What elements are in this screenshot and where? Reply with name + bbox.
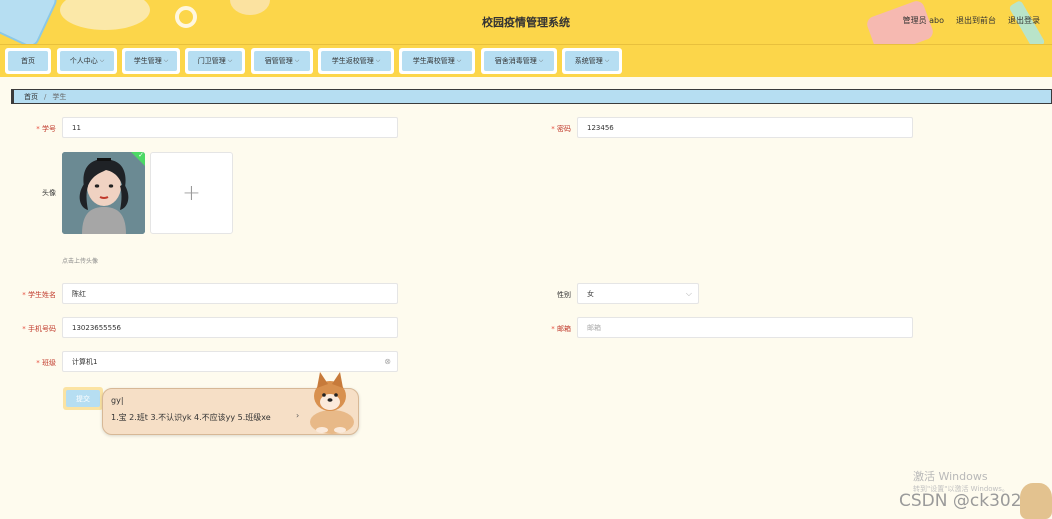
class-value: 计算机1 [72, 357, 98, 366]
nav-item-guards[interactable]: 门卫管理 ⌵ [185, 48, 245, 74]
nav-item-students[interactable]: 学生管理 ⌵ [122, 48, 180, 74]
chevron-down-icon: ⌵ [99, 57, 105, 64]
submit-label: 提交 [76, 394, 90, 403]
email-label: 邮箱 [521, 324, 571, 334]
avatar-illustration [62, 152, 145, 234]
class-label: 班级 [6, 358, 56, 368]
clear-icon[interactable]: ⊗ [384, 357, 391, 366]
student-id-label: 学号 [6, 124, 56, 134]
user-area: 管理员 abo 退出到前台 退出登录 [903, 15, 1040, 26]
nav-item-disinfection[interactable]: 宿舍消毒管理 ⌵ [481, 48, 557, 74]
nav-item-label: 首页 [21, 57, 35, 65]
logout-link[interactable]: 退出登录 [1008, 15, 1040, 26]
class-input[interactable]: 计算机1 ⊗ [62, 351, 398, 372]
nav-item-system[interactable]: 系统管理 ⌵ [562, 48, 622, 74]
nav-item-home[interactable]: 首页 [5, 48, 51, 74]
ime-composition-text: gy| [111, 396, 124, 405]
chevron-down-icon: ⌵ [685, 289, 692, 298]
shiba-dog-illustration [310, 372, 354, 434]
breadcrumb: 首页 / 学生 [11, 89, 1052, 104]
chevron-down-icon: ⌵ [227, 57, 233, 64]
nav-item-personal[interactable]: 个人中心 ⌵ [57, 48, 117, 74]
student-id-input[interactable]: 11 [62, 117, 398, 138]
app-title: 校园疫情管理系统 [482, 16, 570, 29]
chevron-down-icon: ⌵ [538, 57, 544, 64]
current-user-label: 管理员 abo [902, 16, 944, 25]
avatar-upload-hint: 点击上传头像 [62, 258, 99, 265]
chevron-down-icon: ⌵ [456, 57, 462, 64]
submit-button[interactable]: 提交 [63, 387, 103, 410]
windows-activation-title: 激活 Windows [913, 470, 988, 483]
decorative-blob [230, 0, 270, 15]
avatar-upload-button[interactable]: + [150, 152, 233, 234]
ime-next-page-icon[interactable]: › [296, 411, 299, 420]
nav-item-leave-school[interactable]: 学生离校管理 ⌵ [399, 48, 475, 74]
nav-item-label: 个人中心 [69, 57, 98, 65]
nav-item-return-school[interactable]: 学生返校管理 ⌵ [318, 48, 394, 74]
gender-label: 性别 [557, 291, 571, 299]
corner-dog-illustration [1020, 483, 1052, 519]
nav-item-label: 学生离校管理 [412, 57, 455, 65]
nav-item-label: 学生管理 [133, 57, 162, 65]
password-label: 密码 [521, 124, 571, 134]
ime-candidates[interactable]: 1.宝 2.班t 3.不认识yk 4.不应该yy 5.班级xe [111, 412, 271, 423]
chevron-down-icon: ⌵ [604, 57, 610, 64]
avatar-image[interactable]: ✓ [62, 152, 145, 234]
nav-item-dorm-managers[interactable]: 宿管管理 ⌵ [251, 48, 313, 74]
plus-icon: + [182, 180, 201, 206]
breadcrumb-current: 学生 [52, 92, 67, 101]
nav-item-label: 学生返校管理 [331, 57, 374, 65]
nav-item-label: 宿管管理 [264, 57, 293, 65]
nav-item-label: 宿舍消毒管理 [494, 57, 537, 65]
password-input[interactable]: 123456 [577, 117, 913, 138]
breadcrumb-separator: / [44, 92, 47, 101]
nav-item-label: 门卫管理 [197, 57, 226, 65]
main-nav: 首页 个人中心 ⌵ 学生管理 ⌵ 门卫管理 ⌵ 宿管管理 ⌵ 学生返校管理 ⌵ 学生离校管… [0, 44, 1052, 77]
header-bar: 校园疫情管理系统 管理员 abo 退出到前台 退出登录 [0, 0, 1052, 44]
avatar-label: 头像 [42, 189, 56, 197]
back-to-frontend-link[interactable]: 退出到前台 [956, 15, 996, 26]
student-name-label: 学生姓名 [6, 290, 56, 300]
check-icon: ✓ [138, 152, 144, 159]
chevron-down-icon: ⌵ [163, 57, 169, 64]
gender-select[interactable]: 女 ⌵ [577, 283, 699, 304]
email-input[interactable]: 邮箱 [577, 317, 913, 338]
phone-input[interactable]: 13023655556 [62, 317, 398, 338]
student-name-input[interactable]: 陈红 [62, 283, 398, 304]
breadcrumb-home[interactable]: 首页 [24, 92, 38, 102]
nav-item-label: 系统管理 [574, 57, 603, 65]
chevron-down-icon: ⌵ [375, 57, 381, 64]
chevron-down-icon: ⌵ [294, 57, 300, 64]
csdn-watermark: CSDN @ck3027 [899, 491, 1033, 511]
gender-value: 女 [587, 289, 594, 298]
phone-label: 手机号码 [6, 324, 56, 334]
